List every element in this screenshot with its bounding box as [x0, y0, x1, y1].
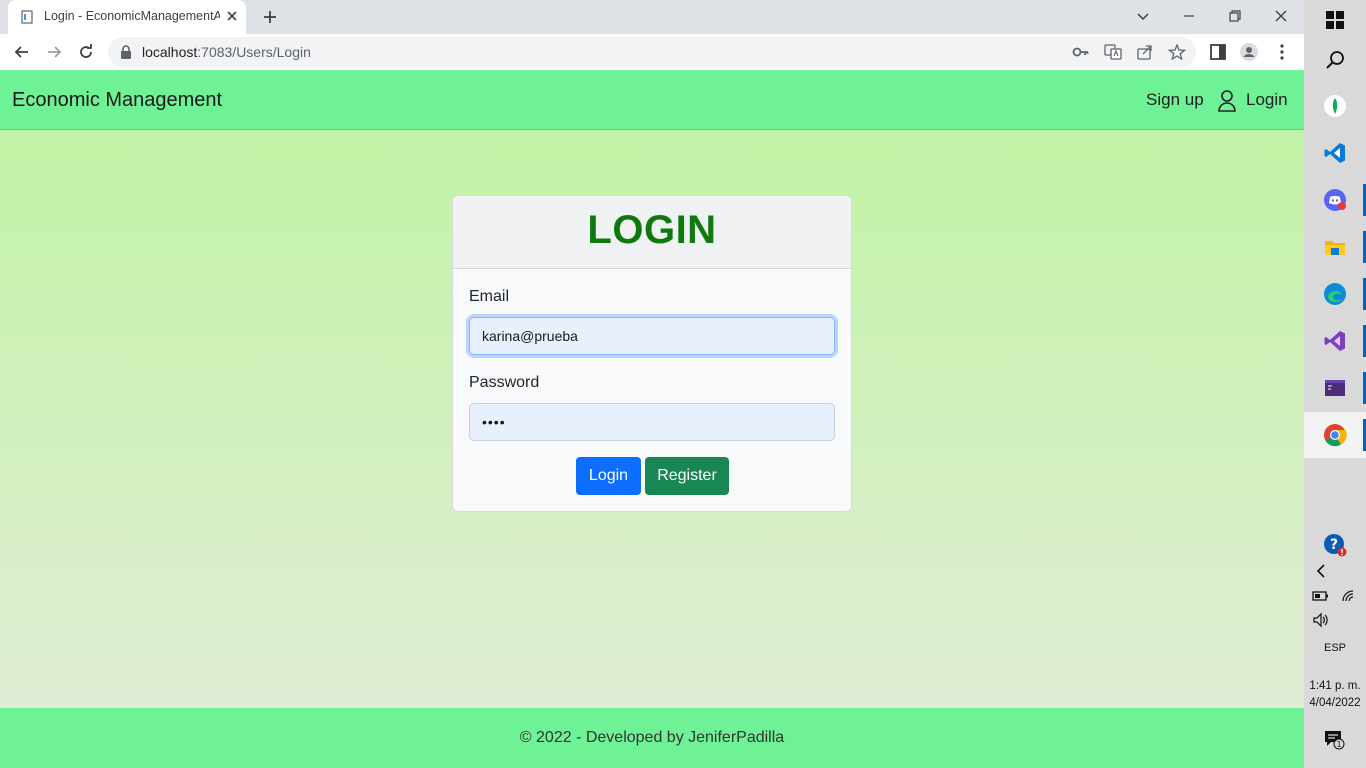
battery-icon[interactable] [1312, 588, 1330, 604]
visual-studio-icon[interactable] [1323, 329, 1347, 353]
close-window-icon[interactable] [1271, 6, 1291, 26]
new-tab-icon[interactable] [260, 7, 280, 27]
email-label: Email [469, 288, 510, 305]
back-icon[interactable] [12, 42, 32, 62]
login-link[interactable]: Login [1246, 90, 1288, 110]
bookmark-star-icon[interactable] [1168, 44, 1186, 60]
mongodb-compass-icon[interactable] [1323, 94, 1347, 118]
login-button[interactable]: Login [576, 457, 641, 495]
svg-text:?: ? [1330, 537, 1338, 553]
login-title: LOGIN [587, 208, 717, 252]
notification-icon[interactable]: 1 [1323, 728, 1345, 750]
windows-taskbar: ? ESP 1:41 p. m. 4/04/2022 1 [1304, 0, 1366, 768]
url-path: :7083/Users/Login [197, 44, 311, 60]
profile-avatar-icon[interactable] [1239, 42, 1259, 62]
password-label: Password [469, 374, 540, 391]
site-footer: © 2022 - Developed by JeniferPadilla [0, 708, 1304, 768]
reload-icon[interactable] [76, 42, 96, 62]
clock-date[interactable]: 4/04/2022 [1304, 697, 1366, 709]
footer-text: © 2022 - Developed by JeniferPadilla [519, 729, 785, 746]
input-language[interactable]: ESP [1304, 642, 1366, 654]
tab-title: Login - EconomicManagementAPI [44, 9, 220, 23]
browser-window: Login - EconomicManagementAPI localhost:… [0, 0, 1304, 768]
brand-link[interactable]: Economic Management [12, 89, 222, 112]
share-icon[interactable] [1136, 44, 1154, 60]
browser-toolbar: localhost:7083/Users/Login [0, 34, 1304, 70]
chevron-left-icon[interactable] [1312, 562, 1330, 580]
web-page: Economic Management Sign up Login LOGIN … [0, 70, 1304, 768]
browser-tab[interactable]: Login - EconomicManagementAPI [8, 0, 246, 34]
windows-start-icon[interactable] [1323, 8, 1347, 32]
key-icon[interactable] [1072, 44, 1090, 60]
clock-time[interactable]: 1:41 p. m. [1304, 680, 1366, 692]
register-button[interactable]: Register [645, 457, 729, 495]
chrome-icon[interactable] [1323, 423, 1347, 447]
search-icon[interactable] [1323, 48, 1347, 72]
svg-text:1: 1 [1336, 740, 1341, 749]
volume-icon[interactable] [1312, 611, 1330, 629]
help-icon[interactable]: ? [1323, 533, 1347, 557]
forward-icon[interactable] [44, 42, 64, 62]
address-bar[interactable]: localhost:7083/Users/Login [108, 37, 1196, 67]
menu-kebab-icon[interactable] [1272, 42, 1292, 62]
minimize-icon[interactable] [1179, 6, 1199, 26]
user-icon[interactable] [1217, 89, 1237, 113]
page-icon [21, 10, 33, 24]
url-host: localhost [142, 44, 198, 60]
translate-icon[interactable] [1104, 44, 1122, 60]
close-tab-icon[interactable] [224, 8, 240, 24]
card-header: LOGIN [453, 196, 851, 269]
login-card: LOGIN Email karina@prueba Password •••• … [452, 195, 852, 512]
password-input[interactable]: •••• [469, 403, 835, 441]
discord-icon[interactable] [1323, 188, 1347, 212]
email-input[interactable]: karina@prueba [469, 317, 835, 355]
side-panel-icon[interactable] [1208, 42, 1228, 62]
edge-icon[interactable] [1323, 282, 1347, 306]
wifi-icon[interactable] [1340, 588, 1358, 604]
tab-strip: Login - EconomicManagementAPI [0, 0, 1304, 34]
vscode-icon[interactable] [1323, 141, 1347, 165]
restore-icon[interactable] [1225, 6, 1245, 26]
terminal-icon[interactable] [1323, 376, 1347, 400]
signup-link[interactable]: Sign up [1146, 90, 1204, 110]
lock-icon[interactable] [120, 45, 132, 59]
file-explorer-icon[interactable] [1323, 235, 1347, 259]
url-text: localhost:7083/Users/Login [142, 44, 311, 60]
site-navbar: Economic Management Sign up Login [0, 70, 1304, 130]
tab-search-icon[interactable] [1133, 6, 1153, 26]
